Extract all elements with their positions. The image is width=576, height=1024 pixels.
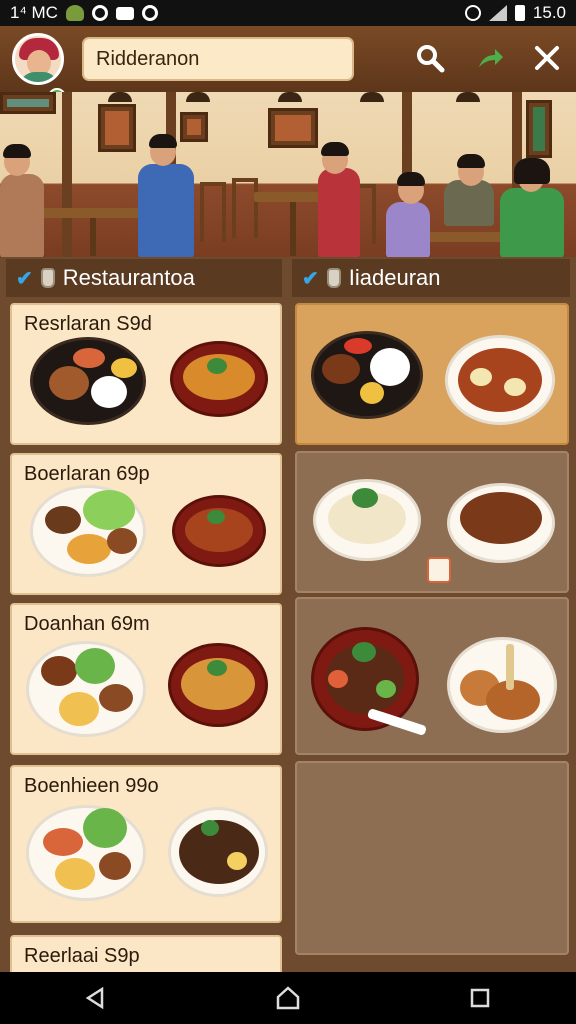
tab-restaurants[interactable]: ✔ Restaurantoa — [6, 259, 282, 297]
mail-icon — [115, 6, 134, 20]
dish-plate — [311, 331, 423, 419]
dish-bowl — [445, 335, 555, 425]
menu-card-title: Boerlaran 69p — [24, 463, 150, 485]
signal-icon — [488, 5, 507, 21]
tab-restaurants-label: Restaurantoa — [62, 265, 195, 290]
menu-card-title: Boenhieen 99o — [24, 775, 159, 797]
dish-bowl — [311, 627, 419, 731]
battery-icon — [514, 5, 525, 21]
leaf-icon — [65, 5, 84, 21]
menu-card[interactable]: Resrlaran S9d — [10, 303, 282, 445]
tab-iiadeuran-label: Iiadeuran — [348, 265, 441, 290]
dish-plate — [447, 637, 557, 733]
menu-card[interactable] — [295, 597, 569, 755]
check-icon: ✔ — [16, 267, 33, 290]
home-button[interactable] — [268, 978, 308, 1018]
back-button[interactable] — [76, 978, 116, 1018]
search-button[interactable] — [412, 40, 448, 76]
menu-card-title: Resrlaran S9d — [24, 313, 152, 335]
dish-bowl — [168, 807, 268, 897]
menu-card[interactable] — [295, 451, 569, 593]
status-bar: 1⁴ MC 15.0 — [0, 0, 576, 26]
dish-plate — [26, 805, 146, 901]
dish-bowl — [170, 341, 268, 417]
dish-plate — [26, 641, 146, 737]
circle-icon — [91, 5, 108, 21]
menu-card[interactable]: Boenhieen 99o — [10, 765, 282, 923]
close-icon — [535, 46, 559, 70]
share-icon — [479, 49, 503, 67]
sync-icon — [141, 5, 158, 21]
avatar[interactable] — [12, 33, 64, 85]
menu-card-title: Doanhan 69m — [24, 613, 150, 635]
dish-bowl — [313, 479, 421, 561]
search-input-value: Ridderanon — [96, 47, 200, 70]
status-left-text: 1⁴ MC — [10, 3, 58, 22]
jar-icon — [326, 268, 341, 288]
menu-card[interactable]: Doanhan 69m — [10, 603, 282, 755]
share-button[interactable] — [472, 40, 508, 76]
menu-card[interactable]: Reerlaai S9p — [10, 935, 282, 972]
alarm-icon — [464, 5, 481, 21]
system-nav-bar — [0, 972, 576, 1024]
dish-plate — [30, 337, 146, 425]
home-icon — [276, 986, 300, 1010]
back-icon — [85, 986, 104, 1010]
recents-button[interactable] — [460, 978, 500, 1018]
dish-plate — [30, 485, 146, 577]
dish-bowl — [168, 643, 268, 727]
close-button[interactable] — [529, 40, 565, 76]
menu-card-empty[interactable] — [295, 761, 569, 955]
menu-card-title: Reerlaai S9p — [24, 945, 140, 967]
menu-content: ✔ Restaurantoa ✔ Iiadeuran Resrlaran S9d… — [0, 257, 576, 972]
search-icon — [417, 45, 445, 73]
recipe-badge-icon[interactable] — [427, 557, 451, 583]
jar-icon — [40, 268, 55, 288]
dish-bowl — [447, 483, 555, 563]
restaurant-scene-banner — [0, 92, 576, 257]
menu-card[interactable]: Boerlaran 69p — [10, 453, 282, 595]
tab-iiadeuran[interactable]: ✔ Iiadeuran — [292, 259, 570, 297]
menu-card[interactable] — [295, 303, 569, 445]
recents-icon — [470, 988, 490, 1008]
check-icon: ✔ — [302, 267, 319, 290]
dish-bowl — [172, 495, 266, 567]
app-header: Ridderanon — [0, 26, 576, 106]
search-input[interactable]: Ridderanon — [82, 37, 354, 81]
status-time: 15.0 — [532, 3, 566, 22]
